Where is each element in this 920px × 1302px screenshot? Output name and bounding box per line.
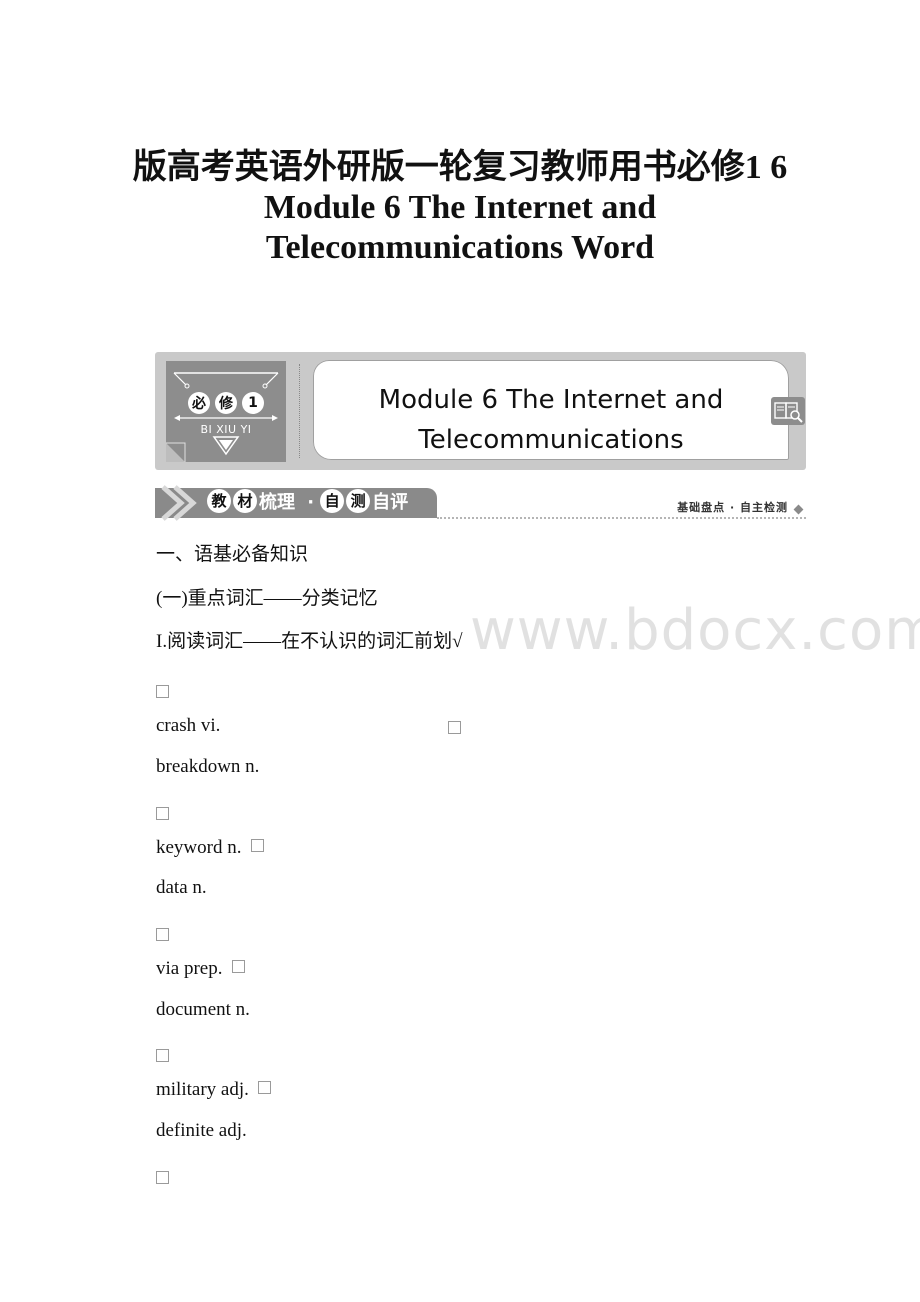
module-title-line: Telecommunications <box>418 425 684 455</box>
book-search-icon <box>771 397 805 425</box>
document-title-line: 版高考英语外研版一轮复习教师用书必修1 6 <box>132 149 788 186</box>
document-title-line: Module 6 The Internet and <box>263 189 657 226</box>
vocab-item: data n. <box>156 877 207 898</box>
heading-reading-vocab: I.阅读词汇——在不认识的词汇前划√ <box>156 631 463 652</box>
diamond-icon <box>793 504 804 515</box>
section-tab-label: 教材梳理 · 自测自评 <box>207 488 408 518</box>
section-right-label: 基础盘点 · 自主检测 <box>677 501 788 514</box>
document-title: 版高考英语外研版一轮复习教师用书必修1 6 Module 6 The Inter… <box>0 148 920 268</box>
checkbox[interactable] <box>156 928 169 941</box>
double-chevron-icon <box>161 485 197 521</box>
vocab-item: military adj. <box>156 1078 272 1102</box>
checkbox[interactable] <box>231 960 245 973</box>
tab-text: 梳理 <box>259 492 295 513</box>
checkbox[interactable] <box>448 721 461 734</box>
checkbox[interactable] <box>250 839 264 852</box>
circled-char: 自 <box>320 489 345 513</box>
vocab-item: document n. <box>156 999 250 1020</box>
vocab-item: keyword n. <box>156 836 264 860</box>
module-banner: 必 修 1 BI XIU YI Module 6 The Internet an… <box>155 352 806 470</box>
checkbox[interactable] <box>156 1171 169 1184</box>
vocab-item: breakdown n. <box>156 756 260 777</box>
module-title-card: Module 6 The Internet and Telecommunicat… <box>313 360 789 460</box>
document-title-line: Telecommunications Word <box>265 229 655 266</box>
badge-char: 1 <box>242 392 264 414</box>
checkbox[interactable] <box>156 685 169 698</box>
banner-divider <box>299 364 300 458</box>
checkbox[interactable] <box>156 1049 169 1062</box>
section-header-bar: 教材梳理 · 自测自评 基础盘点 · 自主检测 <box>155 485 806 525</box>
vocab-item: definite adj. <box>156 1120 247 1141</box>
vocab-word: military adj. <box>156 1079 249 1100</box>
circled-char: 材 <box>233 489 257 513</box>
circled-char: 测 <box>346 489 371 513</box>
checkbox[interactable] <box>258 1081 272 1094</box>
vocab-word: via prep. <box>156 958 223 979</box>
checkbox[interactable] <box>156 807 169 820</box>
compulsory-badge: 必 修 1 BI XIU YI <box>166 361 286 462</box>
vocab-item: crash vi. <box>156 715 221 736</box>
watermark: www.bdocx.com <box>470 598 920 663</box>
tab-separator: · <box>307 492 315 513</box>
badge-pinyin: BI XIU YI <box>200 423 252 436</box>
badge-char: 必 <box>188 392 210 414</box>
vocab-word: keyword n. <box>156 837 242 858</box>
tab-text: 自评 <box>372 492 409 513</box>
vocab-item: via prep. <box>156 957 245 981</box>
heading-key-vocab: (一)重点词汇——分类记忆 <box>156 588 378 609</box>
module-title-line: Module 6 The Internet and <box>378 385 724 415</box>
circled-char: 教 <box>207 489 231 513</box>
heading-basic-knowledge: 一、语基必备知识 <box>156 544 309 565</box>
badge-char: 修 <box>215 392 237 414</box>
dotted-rule <box>437 517 806 519</box>
